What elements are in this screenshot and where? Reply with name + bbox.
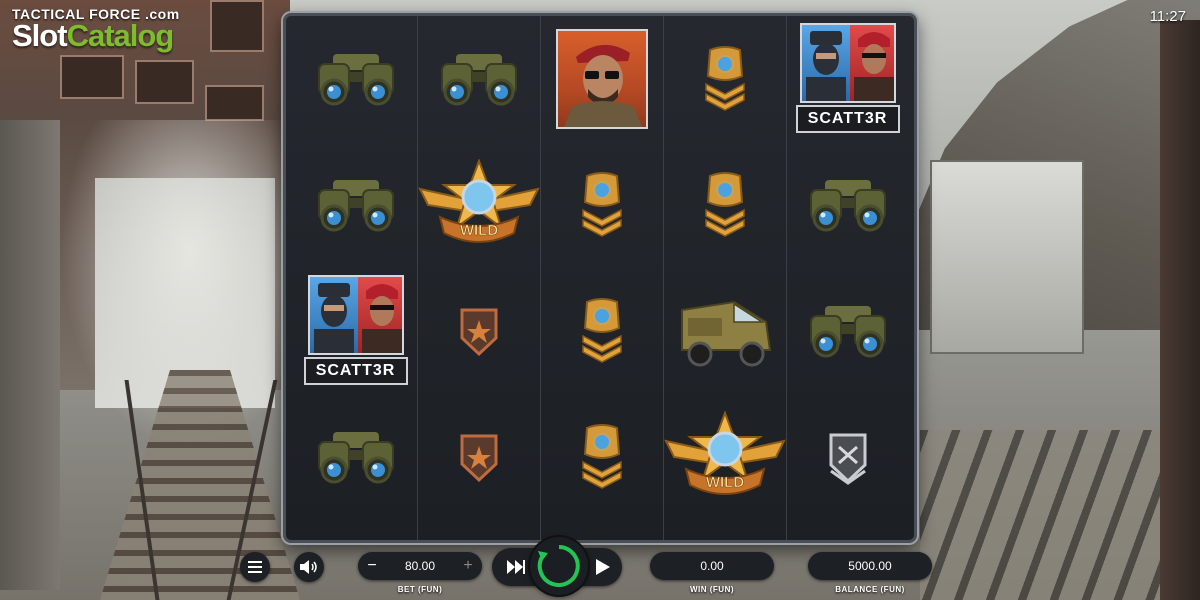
binoculars-symbol	[313, 176, 399, 234]
building-window	[60, 55, 124, 99]
balance-caption: BALANCE (FUN)	[835, 585, 905, 594]
spin-button[interactable]	[530, 537, 588, 595]
rail-wagon	[930, 160, 1084, 354]
spin-icon	[537, 545, 580, 587]
badge-symbol	[579, 424, 625, 490]
scatter-symbol: SCATT3R	[303, 275, 408, 387]
autoplay-button[interactable]	[588, 552, 618, 582]
win-caption: WIN (FUN)	[689, 585, 735, 594]
rank-star-symbol	[458, 430, 500, 484]
reel-3-cell-2	[540, 142, 663, 268]
win-field: 0.00	[650, 552, 774, 580]
badge-symbol	[702, 172, 748, 238]
badge-symbol	[579, 172, 625, 238]
reel-4-cell-4	[663, 394, 786, 520]
rank-star-symbol	[458, 304, 500, 358]
binoculars-symbol	[436, 50, 522, 108]
bet-field: − 80.00 +	[358, 552, 482, 580]
badge-symbol	[702, 46, 748, 112]
scatter-portraits	[307, 275, 404, 355]
reel-board: SCATT3R SCATT3R	[283, 13, 917, 543]
reel-2-cell-4	[417, 394, 540, 520]
reel-1-cell-1	[294, 16, 417, 142]
fast-forward-icon	[507, 560, 525, 574]
reel-1-cell-3: SCATT3R	[294, 268, 417, 394]
rank-grey-symbol	[827, 429, 869, 485]
win-value: 0.00	[700, 559, 724, 573]
binoculars-symbol	[313, 50, 399, 108]
badge-symbol	[579, 298, 625, 364]
wild-symbol	[418, 159, 540, 251]
wild-symbol	[664, 411, 786, 503]
scatter-portraits	[799, 23, 896, 103]
reel-4-cell-2	[663, 142, 786, 268]
logo-wordmark: SlotCatalog	[12, 18, 174, 53]
commander-symbol	[555, 29, 648, 129]
reel-1-cell-2	[294, 142, 417, 268]
turbo-button[interactable]	[501, 552, 531, 582]
sound-icon	[300, 560, 317, 574]
balance-field: 5000.00	[808, 552, 932, 580]
binoculars-symbol	[805, 176, 891, 234]
clock: 11:27	[1149, 8, 1186, 25]
menu-button[interactable]	[240, 552, 270, 582]
binoculars-symbol	[805, 302, 891, 360]
reel-5-cell-1: SCATT3R	[786, 16, 909, 142]
sound-button[interactable]	[294, 552, 324, 582]
concrete-pillar	[0, 120, 60, 590]
scatter-label: SCATT3R	[303, 357, 408, 385]
armored-truck-symbol	[674, 292, 776, 370]
reel-3-cell-3	[540, 268, 663, 394]
reel-4-cell-1	[663, 16, 786, 142]
bet-value: 80.00	[404, 559, 436, 573]
slotcatalog-logo: TACTICAL FORCE .com SlotCatalog	[12, 6, 180, 51]
building-window	[210, 0, 264, 52]
reel-4-cell-3	[663, 268, 786, 394]
play-icon	[596, 559, 610, 575]
bet-caption: BET (FUN)	[397, 585, 443, 594]
reel-2-cell-3	[417, 268, 540, 394]
reel-3-cell-4	[540, 394, 663, 520]
right-pillar	[1160, 20, 1200, 600]
building-window	[205, 85, 264, 121]
scatter-symbol: SCATT3R	[795, 23, 900, 135]
bet-decrease-button[interactable]: −	[362, 552, 382, 580]
reel-3-cell-1	[540, 16, 663, 142]
railway-tracks-right	[920, 430, 1200, 600]
reel-1-cell-4	[294, 394, 417, 520]
binoculars-symbol	[313, 428, 399, 486]
scatter-label: SCATT3R	[795, 105, 900, 133]
reel-5-cell-2	[786, 142, 909, 268]
reel-5-cell-4	[786, 394, 909, 520]
balance-value: 5000.00	[848, 559, 892, 573]
menu-icon	[248, 561, 262, 573]
building-window	[135, 60, 194, 104]
reel-2-cell-2	[417, 142, 540, 268]
reel-2-cell-1	[417, 16, 540, 142]
bet-increase-button[interactable]: +	[458, 552, 478, 580]
reel-5-cell-3	[786, 268, 909, 394]
